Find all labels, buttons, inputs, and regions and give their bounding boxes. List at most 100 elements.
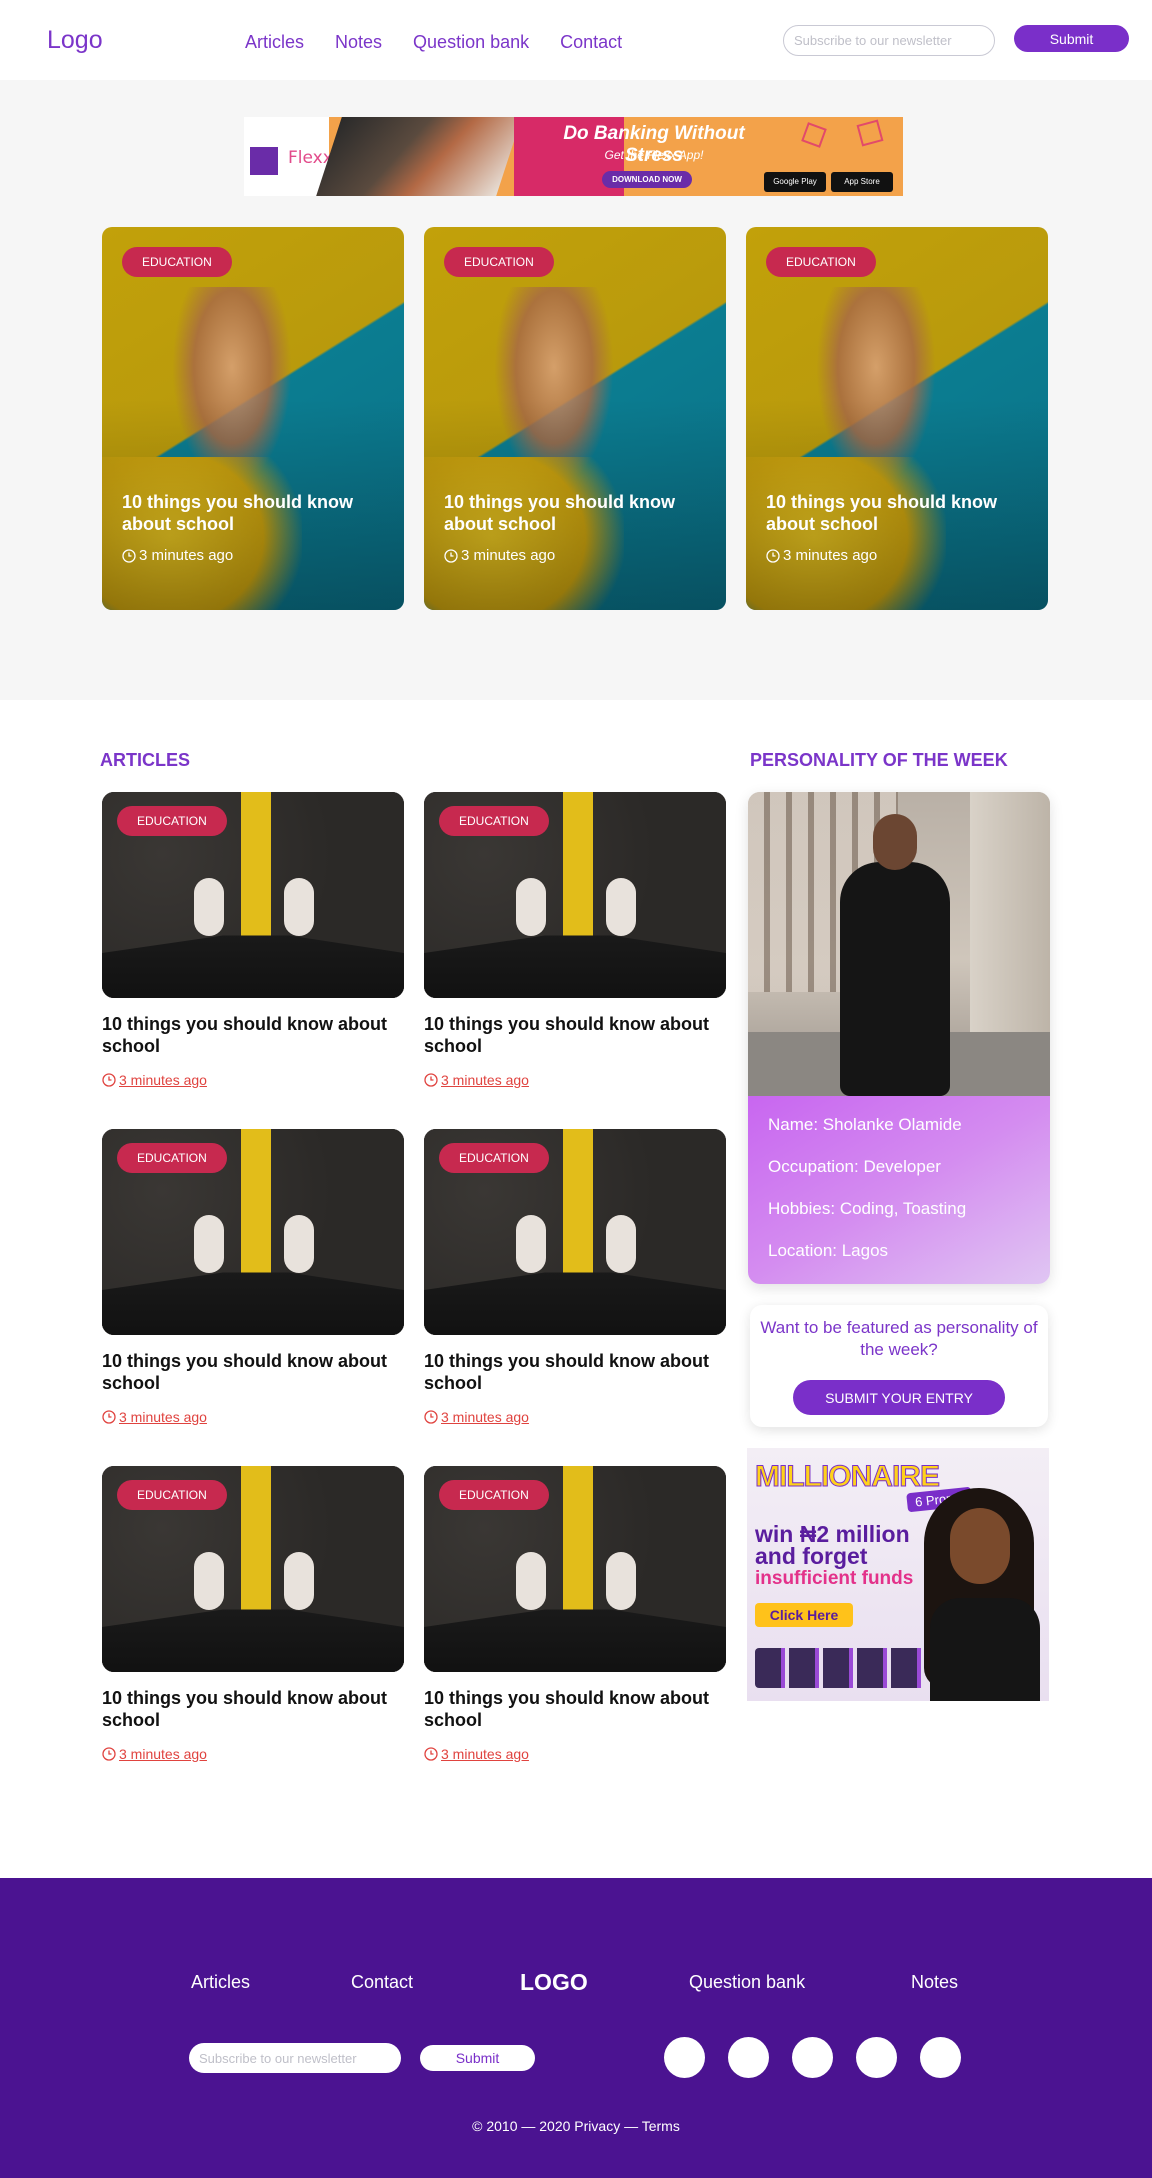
article-title[interactable]: 10 things you should know about school [424,1013,724,1057]
shoe-image [516,1552,546,1610]
shoe-image [194,1215,224,1273]
flexx-ad-banner[interactable]: Flexx Do Banking Without Stress Get the … [244,117,903,196]
social-icon[interactable] [920,2037,961,2078]
articles-heading: ARTICLES [100,750,190,770]
shoe-image [606,1215,636,1273]
footer-copyright[interactable]: © 2010 — 2020 Privacy — Terms [0,2118,1152,2134]
personality-name: Name: Sholanke Olamide [768,1115,962,1134]
banner-subline: Get the Flexx App! [604,148,704,162]
article-image[interactable]: EDUCATION [424,1129,726,1335]
millionaire-promo-ad[interactable]: MILLIONAIRE 6 Promo win ₦2 million and f… [747,1448,1049,1701]
newsletter-input[interactable] [783,25,995,56]
site-logo[interactable]: Logo [47,26,103,55]
social-icon[interactable] [856,2037,897,2078]
featured-card[interactable]: EDUCATION 10 things you should know abou… [746,227,1048,610]
shoe-image [284,1552,314,1610]
article-image[interactable]: EDUCATION [424,1466,726,1672]
footer-link-articles[interactable]: Articles [191,1972,250,1993]
clock-icon [766,548,780,563]
featured-time: 3 minutes ago [444,547,555,564]
article-time: 3 minutes ago [102,1409,207,1425]
banner-download-button[interactable]: DOWNLOAD NOW [602,171,692,188]
article-time: 3 minutes ago [102,1072,207,1088]
promo-line: and forget [755,1543,868,1569]
article-title[interactable]: 10 things you should know about school [102,1687,402,1731]
article-title[interactable]: 10 things you should know about school [424,1350,724,1394]
personality-hobbies: Hobbies: Coding, Toasting [768,1199,967,1218]
nav-notes[interactable]: Notes [335,32,382,53]
flexx-logo-icon [250,147,278,175]
clock-icon [424,1410,438,1424]
featured-title[interactable]: 10 things you should know about school [122,491,372,535]
nav-question-bank[interactable]: Question bank [413,32,529,53]
shoe-image [516,878,546,936]
google-play-badge[interactable]: Google Play [764,172,826,192]
article-title[interactable]: 10 things you should know about school [102,1013,402,1057]
personality-location: Location: Lagos [768,1241,889,1260]
personality-occupation: Occupation: Developer [768,1157,941,1176]
article-image[interactable]: EDUCATION [102,792,404,998]
category-tag[interactable]: EDUCATION [117,1143,227,1173]
article-image[interactable]: EDUCATION [102,1466,404,1672]
feature-entry-card: Want to be featured as personality of th… [750,1305,1048,1427]
decor-square-icon [856,119,884,147]
promo-woman-image [912,1488,1049,1701]
promo-products-image [755,1648,925,1688]
newsletter-submit-button[interactable]: Submit [1014,25,1129,52]
category-tag[interactable]: EDUCATION [766,247,876,277]
clock-icon [102,1073,116,1087]
clock-icon [444,548,458,563]
shoe-image [284,1215,314,1273]
phone-image [316,117,522,196]
clock-icon [102,1410,116,1424]
footer-link-question-bank[interactable]: Question bank [689,1972,805,1993]
social-icon[interactable] [664,2037,705,2078]
main-nav: Articles Notes Question bank Contact [245,32,622,53]
submit-entry-button[interactable]: SUBMIT YOUR ENTRY [793,1380,1005,1415]
shoe-image [606,878,636,936]
footer-logo[interactable]: LOGO [520,1969,588,1996]
featured-card[interactable]: EDUCATION 10 things you should know abou… [424,227,726,610]
category-tag[interactable]: EDUCATION [444,247,554,277]
promo-line: insufficient funds [755,1568,914,1589]
shoe-image [194,1552,224,1610]
personality-photo [748,792,1050,1096]
footer-link-contact[interactable]: Contact [351,1972,413,1993]
category-tag[interactable]: EDUCATION [439,1480,549,1510]
footer-newsletter-input[interactable] [189,2043,401,2073]
decor-square-icon [801,122,827,148]
app-store-badge[interactable]: App Store [831,172,893,192]
category-tag[interactable]: EDUCATION [117,1480,227,1510]
featured-time: 3 minutes ago [122,547,233,564]
shoe-image [194,878,224,936]
featured-title[interactable]: 10 things you should know about school [444,491,694,535]
footer-link-notes[interactable]: Notes [911,1972,958,1993]
social-icon[interactable] [728,2037,769,2078]
featured-card[interactable]: EDUCATION 10 things you should know abou… [102,227,404,610]
shoe-image [516,1215,546,1273]
category-tag[interactable]: EDUCATION [439,806,549,836]
article-time: 3 minutes ago [424,1409,529,1425]
article-title[interactable]: 10 things you should know about school [424,1687,724,1731]
shoe-image [284,878,314,936]
article-image[interactable]: EDUCATION [424,792,726,998]
clock-icon [122,548,136,563]
personality-heading: PERSONALITY OF THE WEEK [750,750,1008,770]
promo-click-button[interactable]: Click Here [755,1603,853,1627]
article-time: 3 minutes ago [424,1072,529,1088]
personality-card: Name: Sholanke Olamide Occupation: Devel… [748,792,1050,1284]
article-title[interactable]: 10 things you should know about school [102,1350,402,1394]
article-time: 3 minutes ago [102,1746,207,1762]
featured-title[interactable]: 10 things you should know about school [766,491,1016,535]
nav-articles[interactable]: Articles [245,32,304,53]
personality-details: Name: Sholanke Olamide Occupation: Devel… [748,1096,1050,1284]
social-icon[interactable] [792,2037,833,2078]
footer-submit-button[interactable]: Submit [420,2045,535,2071]
category-tag[interactable]: EDUCATION [122,247,232,277]
category-tag[interactable]: EDUCATION [439,1143,549,1173]
article-image[interactable]: EDUCATION [102,1129,404,1335]
nav-contact[interactable]: Contact [560,32,622,53]
category-tag[interactable]: EDUCATION [117,806,227,836]
featured-time: 3 minutes ago [766,547,877,564]
clock-icon [424,1073,438,1087]
